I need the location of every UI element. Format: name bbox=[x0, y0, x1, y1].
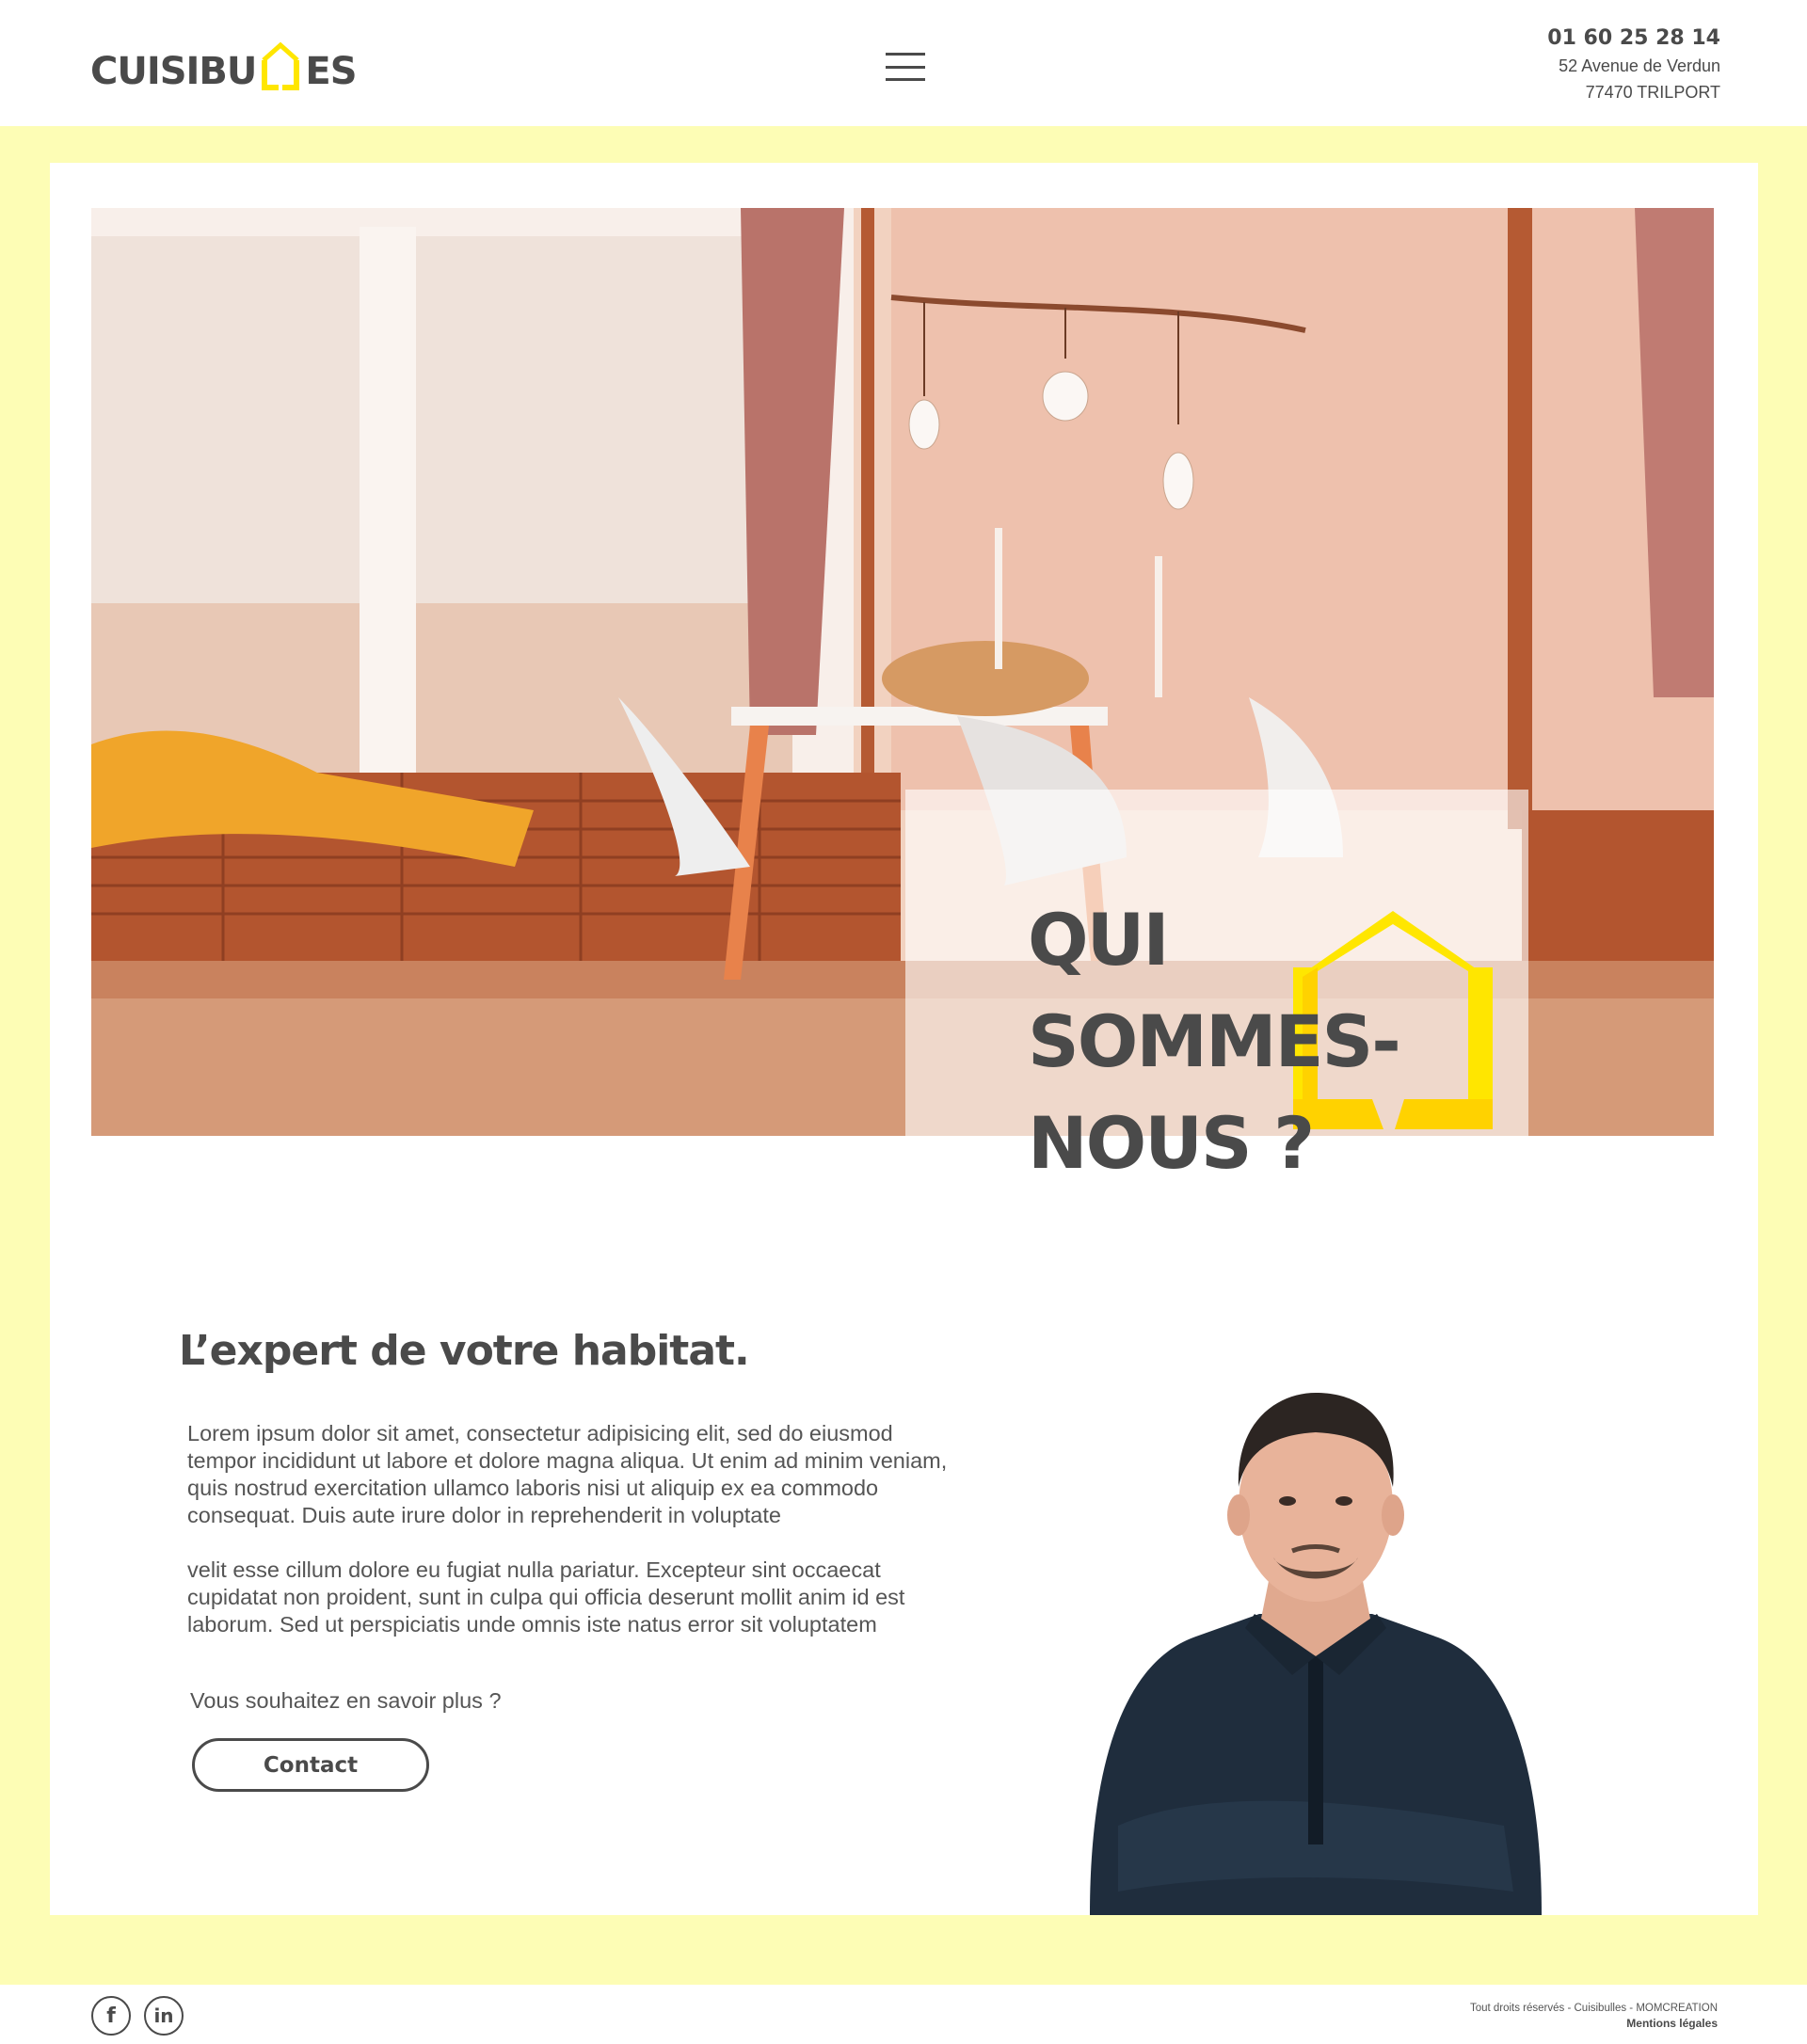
hero-title: QUI SOMMES- NOUS ? bbox=[1028, 889, 1401, 1194]
address-city: 77470 TRILPORT bbox=[1585, 83, 1720, 102]
hero-title-line3: NOUS ? bbox=[1028, 1101, 1315, 1185]
legal-notice-link[interactable]: Mentions légales bbox=[1626, 2017, 1718, 2030]
portrait-photo bbox=[1090, 1393, 1542, 1915]
copyright-text: Tout droits réservés - Cuisibulles - MOM… bbox=[1469, 2003, 1718, 2014]
logo-text-left: CUISIBU bbox=[90, 50, 257, 93]
burger-line bbox=[886, 65, 925, 69]
site-header: CUISIBU ES 01 60 25 28 14 52 Avenue de V… bbox=[0, 0, 1807, 126]
about-paragraph-2: velit esse cillum dolore eu fugiat nulla… bbox=[187, 1557, 905, 1637]
logo-house-icon bbox=[262, 41, 300, 90]
hamburger-menu-icon[interactable] bbox=[886, 53, 925, 81]
hero-title-line1: QUI bbox=[1028, 898, 1170, 982]
header-contact-info: 01 60 25 28 14 52 Avenue de Verdun 77470… bbox=[1547, 24, 1720, 105]
contact-button[interactable]: Contact bbox=[192, 1738, 429, 1792]
logo[interactable]: CUISIBU ES bbox=[90, 34, 358, 93]
hero-title-line2: SOMMES- bbox=[1028, 999, 1401, 1083]
logo-text-right: ES bbox=[305, 50, 357, 93]
phone-number[interactable]: 01 60 25 28 14 bbox=[1547, 24, 1720, 53]
facebook-icon[interactable]: f bbox=[91, 1996, 131, 2036]
address-street: 52 Avenue de Verdun bbox=[1559, 56, 1720, 75]
burger-line bbox=[886, 53, 925, 56]
linkedin-icon[interactable]: in bbox=[144, 1996, 184, 2036]
about-headline: L’expert de votre habitat. bbox=[179, 1327, 750, 1375]
burger-line bbox=[886, 78, 925, 81]
more-info-question: Vous souhaitez en savoir plus ? bbox=[190, 1688, 502, 1713]
about-paragraph-1: Lorem ipsum dolor sit amet, consectetur … bbox=[187, 1421, 948, 1527]
